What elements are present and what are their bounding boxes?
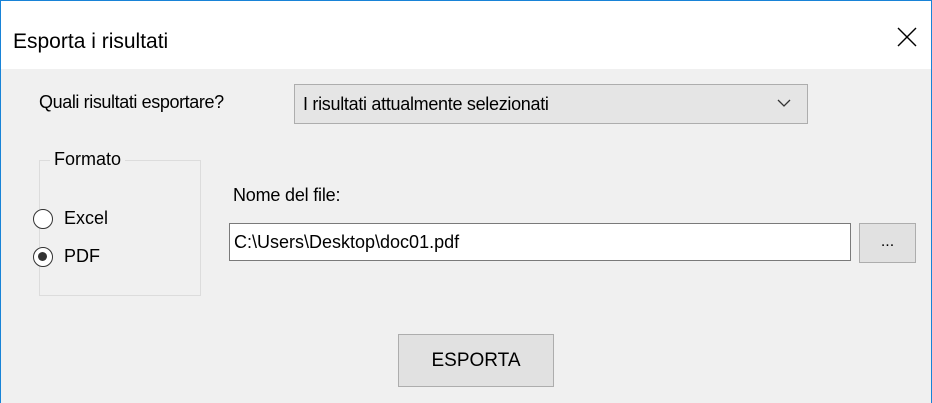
- close-button[interactable]: [885, 15, 931, 59]
- radio-pdf-label: PDF: [64, 246, 100, 266]
- radio-excel-circle[interactable]: [33, 209, 53, 229]
- question-label: Quali risultati esportare?: [39, 92, 224, 112]
- radio-excel-label: Excel: [64, 208, 109, 228]
- results-select[interactable]: I risultati attualmente selezionati: [294, 84, 808, 124]
- radio-pdf-selected-dot: [38, 252, 47, 261]
- format-legend: Formato: [50, 149, 126, 170]
- chevron-down-icon: [777, 99, 791, 107]
- export-dialog: Esporta i risultati Quali risultati espo…: [0, 0, 932, 403]
- close-icon: [897, 27, 917, 47]
- export-button[interactable]: ESPORTA: [398, 334, 554, 387]
- results-select-value: I risultati attualmente selezionati: [303, 94, 549, 114]
- radio-pdf-circle[interactable]: [33, 247, 53, 267]
- browse-button[interactable]: ...: [859, 223, 916, 263]
- window-title: Esporta i risultati: [13, 30, 169, 53]
- title-bar: Esporta i risultati: [1, 1, 931, 69]
- file-name-label: Nome del file:: [233, 185, 341, 205]
- file-name-input[interactable]: [229, 223, 851, 261]
